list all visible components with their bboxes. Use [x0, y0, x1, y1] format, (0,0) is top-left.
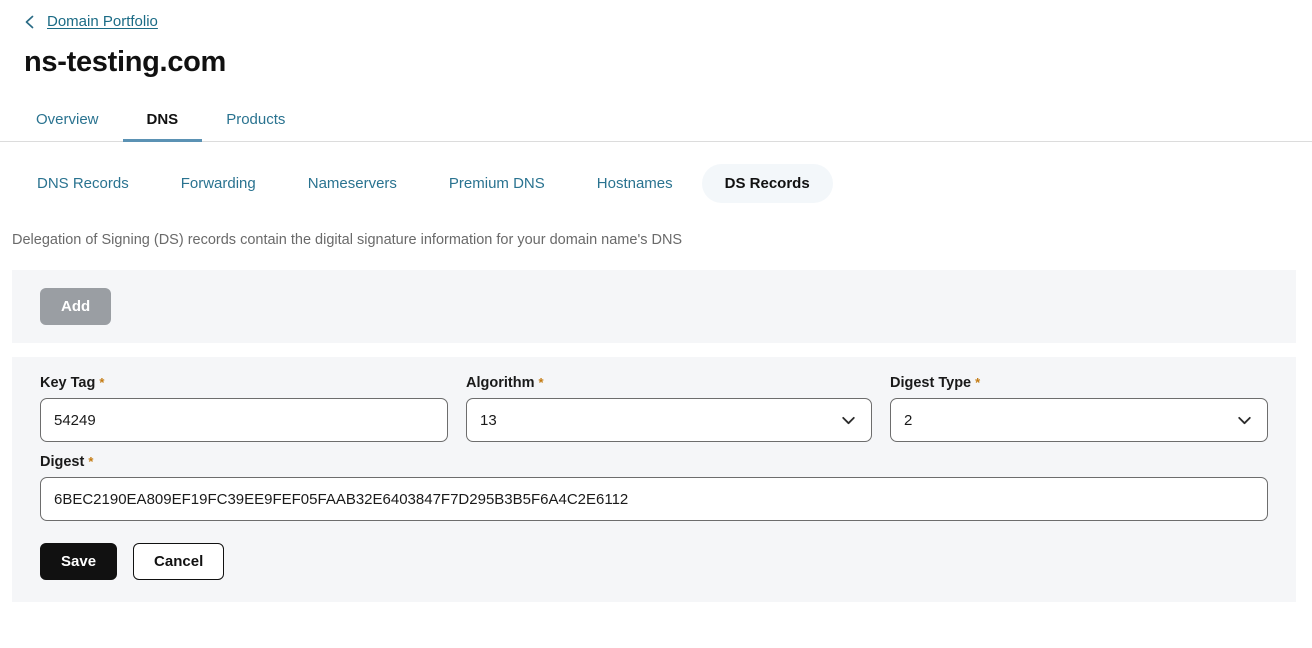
key-tag-label: Key Tag *	[40, 375, 448, 391]
page-title: ns-testing.com	[24, 46, 1312, 79]
algorithm-label: Algorithm *	[466, 375, 872, 391]
back-to-domain-portfolio-link[interactable]: Domain Portfolio	[47, 13, 158, 30]
digest-control	[40, 477, 1268, 521]
field-digest-type: Digest Type * 2	[890, 375, 1268, 442]
tab-overview[interactable]: Overview	[12, 111, 123, 142]
digest-type-label-text: Digest Type	[890, 375, 971, 391]
field-digest: Digest *	[40, 454, 1268, 521]
field-algorithm: Algorithm * 13	[466, 375, 872, 442]
digest-type-control: 2	[890, 398, 1268, 442]
key-tag-input[interactable]	[40, 398, 448, 442]
subtab-ds-records[interactable]: DS Records	[702, 164, 833, 203]
subtab-dns-records[interactable]: DNS Records	[14, 164, 152, 203]
digest-label-text: Digest	[40, 454, 84, 470]
algorithm-select[interactable]: 13	[466, 398, 872, 442]
digest-input[interactable]	[40, 477, 1268, 521]
digest-label: Digest *	[40, 454, 1268, 470]
chevron-left-icon[interactable]	[22, 14, 38, 30]
algorithm-control: 13	[466, 398, 872, 442]
primary-tab-bar: Overview DNS Products	[0, 101, 1312, 142]
form-actions: Save Cancel	[40, 543, 1268, 580]
digest-type-label: Digest Type *	[890, 375, 1268, 391]
subtab-nameservers[interactable]: Nameservers	[285, 164, 420, 203]
required-asterisk: *	[539, 375, 544, 390]
ds-records-description: Delegation of Signing (DS) records conta…	[12, 232, 1312, 248]
ds-record-form: Key Tag * Algorithm * 13	[12, 357, 1296, 602]
key-tag-label-text: Key Tag	[40, 375, 95, 391]
breadcrumb: Domain Portfolio	[0, 0, 1312, 30]
cancel-button[interactable]: Cancel	[133, 543, 224, 580]
subtab-forwarding[interactable]: Forwarding	[158, 164, 279, 203]
tab-dns[interactable]: DNS	[123, 111, 203, 142]
add-record-toolbar: Add	[12, 270, 1296, 343]
field-key-tag: Key Tag *	[40, 375, 448, 442]
form-row-primary: Key Tag * Algorithm * 13	[40, 375, 1268, 442]
required-asterisk: *	[975, 375, 980, 390]
dns-subtab-bar: DNS Records Forwarding Nameservers Premi…	[0, 142, 1312, 203]
required-asterisk: *	[99, 375, 104, 390]
subtab-hostnames[interactable]: Hostnames	[574, 164, 696, 203]
digest-type-select[interactable]: 2	[890, 398, 1268, 442]
add-ds-record-button[interactable]: Add	[40, 288, 111, 325]
algorithm-label-text: Algorithm	[466, 375, 534, 391]
tab-products[interactable]: Products	[202, 111, 309, 142]
required-asterisk: *	[88, 454, 93, 469]
subtab-premium-dns[interactable]: Premium DNS	[426, 164, 568, 203]
save-button[interactable]: Save	[40, 543, 117, 580]
key-tag-control	[40, 398, 448, 442]
